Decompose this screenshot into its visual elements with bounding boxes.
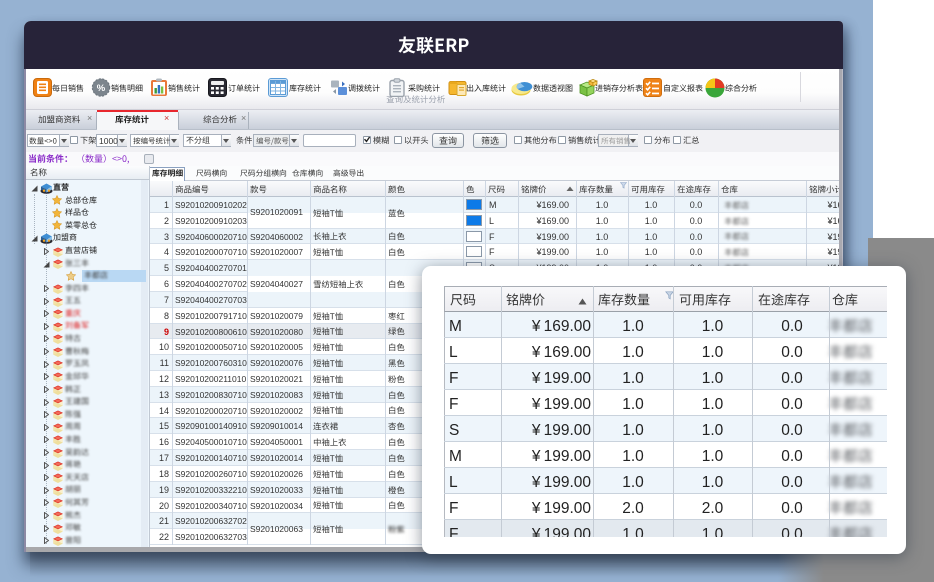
svg-text:%: % xyxy=(97,83,106,94)
